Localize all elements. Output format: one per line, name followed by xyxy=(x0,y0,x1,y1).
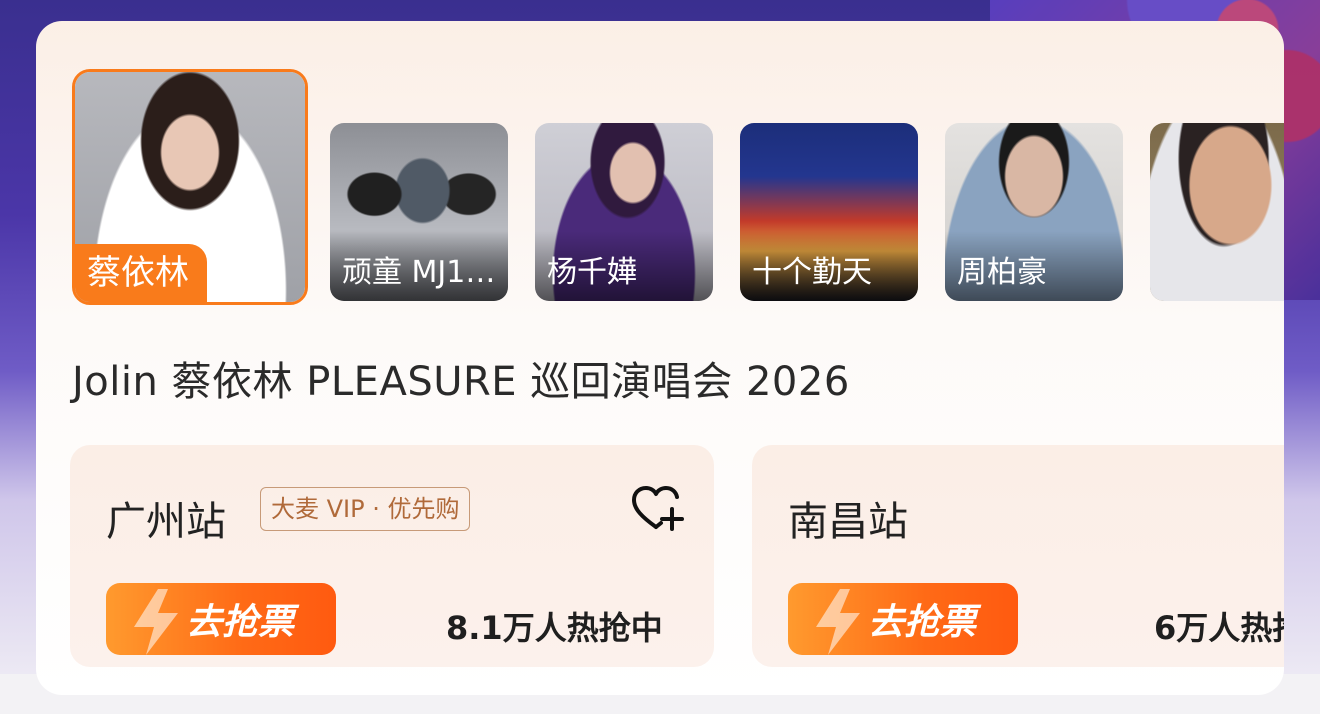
artist-avatar-selected[interactable]: 蔡依林 xyxy=(72,69,308,305)
artist-avatar[interactable]: 杨千嬅 xyxy=(535,123,713,301)
artist-avatar[interactable]: 十个勤天 xyxy=(740,123,918,301)
buy-ticket-label: 去抢票 xyxy=(186,602,295,643)
artist-avatar-partial[interactable] xyxy=(1150,123,1284,301)
artist-avatar[interactable]: 顽童 MJ116 xyxy=(330,123,508,301)
session-city: 南昌站 xyxy=(788,499,908,545)
artist-name: 杨千嬅 xyxy=(547,255,637,290)
event-title: Jolin 蔡依林 PLEASURE 巡回演唱会 2026 xyxy=(72,359,850,405)
lightning-icon xyxy=(134,589,178,655)
artist-name: 十个勤天 xyxy=(752,255,872,290)
artist-carousel[interactable]: 蔡依林 顽童 MJ116 杨千嬅 十个勤天 周柏豪 xyxy=(36,21,1284,321)
lightning-icon xyxy=(816,589,860,655)
buy-ticket-button[interactable]: 去抢票 xyxy=(106,583,336,655)
session-card-nanchang[interactable]: 南昌站 去抢票 6万人热抢中 xyxy=(752,445,1284,667)
buy-ticket-label: 去抢票 xyxy=(868,602,977,643)
vip-badge: 大麦 VIP · 优先购 xyxy=(260,487,471,531)
session-city: 广州站 xyxy=(106,499,226,545)
artist-name: 周柏豪 xyxy=(957,255,1047,290)
session-card-guangzhou[interactable]: 广州站 大麦 VIP · 优先购 去抢票 8.1万人热抢中 xyxy=(70,445,714,667)
artist-avatar[interactable]: 周柏豪 xyxy=(945,123,1123,301)
popularity-text: 8.1万人热抢中 xyxy=(446,609,663,647)
artist-photo xyxy=(1150,123,1284,301)
artist-name: 顽童 MJ116 xyxy=(342,255,496,290)
popularity-text: 6万人热抢中 xyxy=(1154,609,1284,647)
buy-ticket-button[interactable]: 去抢票 xyxy=(788,583,1018,655)
event-card: 蔡依林 顽童 MJ116 杨千嬅 十个勤天 周柏豪 Jolin 蔡依林 PLEA… xyxy=(36,21,1284,695)
artist-name-tag: 蔡依林 xyxy=(75,244,207,302)
heart-plus-icon[interactable] xyxy=(628,481,684,537)
